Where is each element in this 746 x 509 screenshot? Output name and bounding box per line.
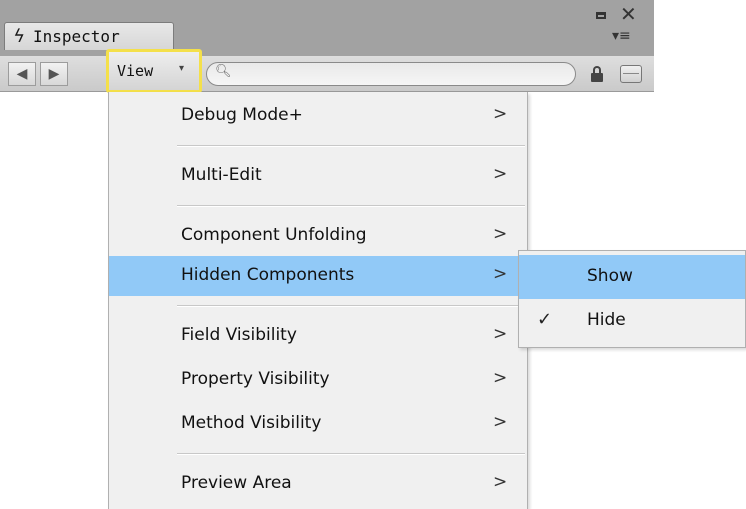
menu-item-method-visibility[interactable]: Method Visibility >: [109, 404, 527, 444]
submenu-item-show[interactable]: Show: [519, 255, 745, 299]
chevron-right-icon: >: [493, 368, 508, 388]
chevron-down-icon: ▾: [179, 63, 185, 74]
view-menu-button[interactable]: View ▾: [106, 49, 202, 93]
menu-item-property-visibility[interactable]: Property Visibility >: [109, 360, 527, 400]
menu-item-label: Component Unfolding: [181, 225, 367, 245]
menu-item-multi-edit[interactable]: Multi-Edit >: [109, 156, 527, 196]
restore-icon[interactable]: [596, 12, 606, 19]
inspector-toolbar: ◀ ▶ View ▾ 🔍︎: [0, 49, 654, 93]
menu-item-label: Preview Area: [181, 473, 292, 493]
checkmark-icon: ✓: [537, 309, 553, 330]
close-icon[interactable]: ✕: [620, 2, 637, 26]
menu-item-label: Method Visibility: [181, 413, 322, 433]
inspector-titlebar: ϟ Inspector ✕ ▾≡: [0, 0, 654, 56]
menu-item-label: Field Visibility: [181, 325, 297, 345]
menu-item-component-unfolding[interactable]: Component Unfolding >: [109, 216, 527, 256]
inspector-tab[interactable]: ϟ Inspector: [4, 22, 174, 50]
menu-item-label: Debug Mode+: [181, 105, 303, 125]
menu-item-hidden-components[interactable]: Hidden Components >: [109, 256, 527, 296]
submenu-item-label: Hide: [587, 310, 626, 330]
window-controls: ✕ ▾≡: [592, 2, 648, 48]
search-box[interactable]: 🔍︎: [206, 62, 576, 86]
menu-separator: [177, 205, 525, 207]
menu-separator: [177, 453, 525, 455]
menu-separator: [177, 145, 525, 147]
menu-item-label: Hidden Components: [181, 265, 355, 285]
submenu-item-hide[interactable]: ✓ Hide: [519, 299, 745, 343]
chevron-right-icon: >: [493, 324, 508, 344]
lock-icon[interactable]: [590, 66, 604, 82]
search-input[interactable]: [235, 65, 559, 85]
submenu-item-label: Show: [587, 266, 633, 286]
chevron-right-icon: >: [493, 104, 508, 124]
menu-item-preview-area[interactable]: Preview Area >: [109, 464, 527, 504]
view-dropdown-menu: Debug Mode+ > Multi-Edit > Component Unf…: [108, 92, 528, 509]
menu-item-label: Property Visibility: [181, 369, 330, 389]
chevron-right-icon: >: [493, 472, 508, 492]
menu-item-label: Multi-Edit: [181, 165, 262, 185]
search-icon: 🔍︎: [215, 64, 232, 79]
forward-button[interactable]: ▶: [40, 62, 68, 86]
chevron-right-icon: >: [493, 164, 508, 184]
menu-separator: [177, 305, 525, 307]
hidden-components-submenu: Show ✓ Hide: [518, 250, 746, 348]
chevron-right-icon: >: [493, 264, 508, 284]
back-button[interactable]: ◀: [8, 62, 36, 86]
menu-item-field-visibility[interactable]: Field Visibility >: [109, 316, 527, 356]
view-button-label: View: [117, 62, 154, 80]
chevron-right-icon: >: [493, 224, 508, 244]
lightning-bolt-icon: ϟ: [11, 26, 27, 47]
inspector-tab-label: Inspector: [33, 27, 120, 46]
chevron-right-icon: >: [493, 412, 508, 432]
window-menu-icon[interactable]: ▾≡: [612, 28, 631, 44]
menu-item-debug-mode[interactable]: Debug Mode+ >: [109, 96, 527, 136]
layout-toggle-icon[interactable]: [620, 65, 642, 83]
